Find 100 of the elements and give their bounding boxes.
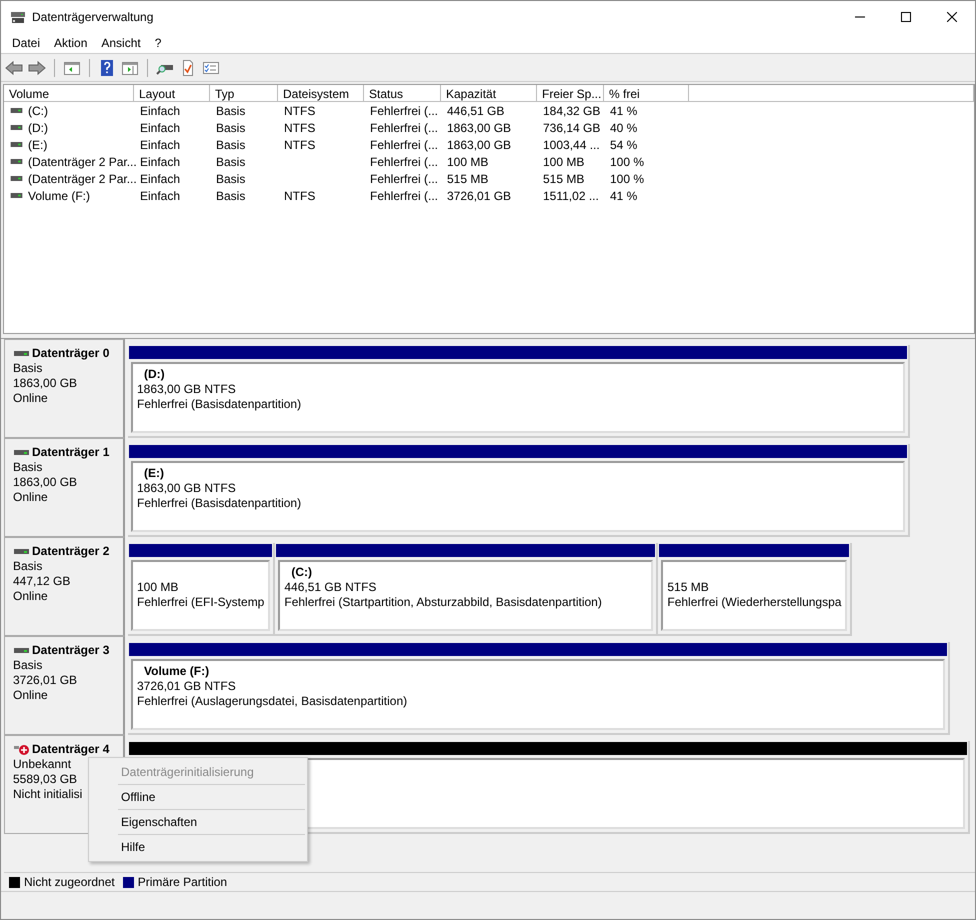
disk-size: 3726,01 GB — [13, 673, 78, 688]
partition-block[interactable]: (E:) 1863,00 GB NTFS Fehlerfrei (Basisdatenpartition) — [128, 444, 910, 537]
table-cell: NTFS — [284, 188, 316, 202]
table-cell: 100 % — [610, 172, 644, 186]
disk-label-panel[interactable]: Datenträger 0 Basis 1863,00 GB Online — [4, 339, 125, 438]
table-cell: (Datenträger 2 Par... — [28, 172, 137, 186]
checklist-icon[interactable] — [202, 60, 220, 76]
disk-state: Online — [13, 391, 48, 406]
partition-block[interactable]: 515 MB Fehlerfrei (Wiederherstellungspa — [658, 543, 852, 636]
table-cell: (D:) — [28, 120, 48, 134]
disk-size: 1863,00 GB — [13, 376, 78, 391]
partition-status: Fehlerfrei (Startpartition, Absturzabbild, Basisdatenpartition) — [284, 595, 603, 610]
table-cell: Einfach — [140, 120, 180, 134]
column-header[interactable]: Layout — [134, 85, 210, 102]
drive-icon — [10, 108, 23, 113]
window-title: Datenträgerverwaltung — [32, 10, 154, 24]
partition-label: Volume (F:) — [143, 664, 210, 679]
disk-name: Datenträger 1 — [32, 445, 110, 460]
table-cell: 54 % — [610, 138, 638, 152]
column-header[interactable]: % frei — [604, 85, 689, 102]
disk-type: Unbekannt — [13, 757, 72, 772]
table-cell: Volume (F:) — [28, 188, 90, 202]
table-cell: Fehlerfrei (... — [370, 188, 438, 202]
table-cell: 1863,00 GB — [447, 138, 512, 152]
table-cell: 100 % — [610, 154, 644, 168]
table-cell: 41 % — [610, 104, 638, 118]
table-cell: Basis — [216, 188, 246, 202]
partition-block[interactable]: 100 MB Fehlerfrei (EFI-Systemp — [128, 543, 276, 636]
partition-size: 515 MB — [667, 580, 710, 595]
disk-name: Datenträger 0 — [32, 346, 110, 361]
menu-item[interactable]: ? — [148, 36, 168, 50]
table-cell: Fehlerfrei (... — [370, 154, 438, 168]
column-header[interactable]: Kapazität — [441, 85, 537, 102]
forward-arrow-icon[interactable] — [28, 60, 46, 76]
context-menu-item[interactable]: Hilfe — [89, 835, 307, 859]
menu-item[interactable]: Datei — [5, 36, 48, 50]
table-cell: 736,14 GB — [543, 120, 600, 134]
drive-icon — [10, 142, 23, 147]
close-icon[interactable] — [947, 12, 957, 22]
partition-block[interactable]: Volume (F:) 3726,01 GB NTFS Fehlerfrei (Auslagerungsdatei, Basisdatenpartition) — [128, 642, 950, 735]
table-cell: 1511,02 ... — [543, 188, 599, 202]
column-header[interactable]: Freier Sp... — [537, 85, 604, 102]
table-cell: 40 % — [610, 120, 638, 134]
table-cell: 446,51 GB — [447, 104, 504, 118]
partition-status: Fehlerfrei (Basisdatenpartition) — [137, 397, 302, 412]
disk-label-panel[interactable]: Datenträger 1 Basis 1863,00 GB Online — [4, 438, 125, 537]
disk-size: 5589,03 GB — [13, 772, 78, 787]
disk-type: Basis — [13, 460, 42, 475]
table-cell: Basis — [216, 120, 246, 134]
column-header[interactable]: Status — [364, 85, 441, 102]
disk-size: 1863,00 GB — [13, 475, 78, 490]
disk-name: Datenträger 3 — [32, 643, 110, 658]
table-cell: Basis — [216, 104, 246, 118]
disk-label-panel[interactable]: Datenträger 2 Basis 447,12 GB Online — [4, 537, 125, 636]
table-cell: Basis — [216, 154, 246, 168]
table-cell: 184,32 GB — [543, 104, 600, 118]
table-cell: Fehlerfrei (... — [370, 138, 438, 152]
partition-status: Fehlerfrei (Wiederherstellungspa — [667, 595, 842, 610]
partition-size: 446,51 GB NTFS — [284, 580, 378, 595]
table-cell: Fehlerfrei (... — [370, 172, 438, 186]
drive-icon — [10, 159, 23, 164]
partition-size: 100 MB — [137, 580, 180, 595]
disk-state: Online — [13, 490, 48, 505]
table-cell: NTFS — [284, 138, 316, 152]
table-cell: 100 MB — [543, 154, 584, 168]
table-cell: NTFS — [284, 104, 316, 118]
disk-name: Datenträger 2 — [32, 544, 110, 559]
partition-size: 1863,00 GB NTFS — [137, 382, 237, 397]
column-header[interactable]: Volume — [4, 85, 134, 102]
console-tree-icon[interactable] — [63, 60, 81, 76]
maximize-icon[interactable] — [901, 12, 911, 22]
table-cell: Basis — [216, 172, 246, 186]
partition-block[interactable]: (C:) 446,51 GB NTFS Fehlerfrei (Startpartition, Absturzabbild, Basisdatenpartition) — [275, 543, 658, 636]
table-cell: (Datenträger 2 Par... — [28, 154, 137, 168]
partition-label: (D:) — [143, 367, 166, 382]
column-header[interactable]: Typ — [210, 85, 278, 102]
disk-type: Basis — [13, 658, 42, 673]
partition-status: Fehlerfrei (Basisdatenpartition) — [137, 496, 302, 511]
menu-item[interactable]: Ansicht — [94, 36, 148, 50]
disk-size: 447,12 GB — [13, 574, 70, 589]
partition-block[interactable]: (D:) 1863,00 GB NTFS Fehlerfrei (Basisdatenpartition) — [128, 345, 910, 438]
table-cell: 3726,01 GB — [447, 188, 512, 202]
partition-size: 3726,01 GB NTFS — [137, 679, 237, 694]
table-cell: Einfach — [140, 172, 180, 186]
table-cell: 41 % — [610, 188, 638, 202]
drive-icon — [10, 176, 23, 181]
disk-label-panel[interactable]: Datenträger 3 Basis 3726,01 GB Online — [4, 636, 125, 735]
column-header[interactable]: Dateisystem — [278, 85, 364, 102]
help-icon[interactable] — [98, 60, 116, 76]
back-arrow-icon[interactable] — [5, 60, 23, 76]
legend-label: Primäre Partition — [138, 875, 228, 889]
menu-item[interactable]: Aktion — [47, 36, 94, 50]
disk-error-icon — [14, 744, 30, 756]
table-cell: (E:) — [28, 138, 48, 152]
legend-label: Nicht zugeordnet — [24, 875, 115, 889]
disk-name: Datenträger 4 — [32, 742, 110, 757]
table-cell: Einfach — [140, 138, 180, 152]
action-pane-icon[interactable] — [121, 60, 139, 76]
table-cell: Basis — [216, 138, 246, 152]
partition-label: (C:) — [290, 565, 314, 580]
